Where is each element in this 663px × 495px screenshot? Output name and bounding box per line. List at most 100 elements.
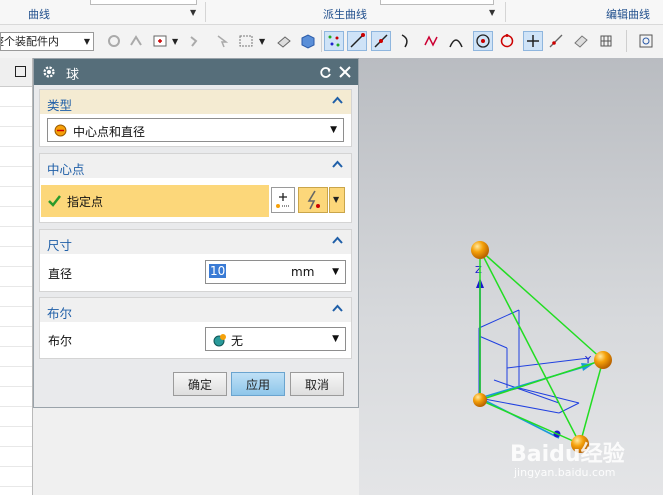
type-select-value: 中心点和直径 [73,125,146,139]
diameter-label: 直径 [48,267,73,281]
end-point-icon[interactable] [347,31,367,51]
sphere-right[interactable] [594,351,612,369]
section-dimension-title: 尺寸 [47,238,73,253]
navigator-header [0,58,32,87]
list-item[interactable] [0,227,32,247]
eraser-icon[interactable] [274,31,294,51]
snap-gear-icon[interactable] [104,31,124,51]
wireframe-edges [478,309,590,414]
existing-point-icon[interactable] [523,31,543,51]
diameter-input[interactable]: 10 mm ▼ [205,260,346,284]
graphics-viewport[interactable]: Z Y [359,58,663,495]
chevron-down-icon[interactable]: ▼ [489,8,495,17]
list-item[interactable] [0,327,32,347]
point-on-curve-icon[interactable] [186,31,206,51]
section-type: 类型 中心点和直径 ▼ [39,89,352,147]
reset-icon[interactable] [319,66,332,79]
chevron-up-icon[interactable] [332,304,343,312]
point-type-dropdown[interactable]: ▼ [329,187,345,213]
list-item[interactable] [0,107,32,127]
mid-point-icon[interactable] [371,31,391,51]
lightning-icon [307,190,320,210]
chevron-up-icon[interactable] [332,96,343,104]
chevron-down-icon[interactable]: ▼ [172,37,178,46]
list-item[interactable] [0,267,32,287]
apply-button[interactable]: 应用 [231,372,285,396]
quadrant-icon[interactable] [446,31,466,51]
cancel-button[interactable]: 取消 [290,372,344,396]
model-geometry[interactable]: Z Y [359,58,663,495]
ribbon-group-curve-label[interactable]: 曲线 [28,6,50,22]
selection-scope-select[interactable]: 整个装配件内 ▼ [0,32,94,51]
snap-box-icon[interactable] [150,31,170,51]
list-item[interactable] [0,407,32,427]
list-item[interactable] [0,467,32,487]
boolean-select-value: 无 [231,334,244,348]
ribbon-group-edit-label[interactable]: 编辑曲线 [606,6,650,22]
ribbon-dropdown-derived[interactable] [380,0,494,5]
sphere-top[interactable] [471,241,489,259]
boolean-select[interactable]: 无 ▼ [205,327,346,351]
sphere-origin[interactable] [473,393,487,407]
selection-toolbar: 整个装配件内 ▼ ▼ ▼ [0,25,663,59]
watermark-url: jingyan.baidu.com [514,466,616,479]
circle-point-icon[interactable] [497,31,517,51]
list-item[interactable] [0,167,32,187]
list-item[interactable] [0,367,32,387]
arc-center-icon[interactable] [473,31,493,51]
section-boolean: 布尔 布尔 无 ▼ [39,297,352,359]
list-item[interactable] [0,207,32,227]
specify-point-label: 指定点 [67,195,104,209]
chevron-up-icon[interactable] [332,236,343,244]
pointer-icon[interactable] [212,31,232,51]
ribbon-group-derived-label[interactable]: 派生曲线 [323,6,367,22]
list-item[interactable] [0,387,32,407]
grid-icon[interactable] [596,31,616,51]
maximize-icon[interactable] [15,66,26,77]
chevron-up-icon[interactable] [332,160,343,168]
solid-cube-icon[interactable] [298,31,318,51]
snap-arrow-icon[interactable] [126,31,146,51]
specify-point-row[interactable]: 指定点 [41,185,269,217]
rectangle-select-icon[interactable] [236,31,256,51]
section-type-title: 类型 [47,98,73,113]
intersection-icon[interactable] [421,31,441,51]
list-item[interactable] [0,447,32,467]
list-item[interactable] [0,347,32,367]
snap-points-icon[interactable] [324,31,344,51]
close-icon[interactable] [339,66,351,78]
type-select[interactable]: 中心点和直径 ▼ [47,118,344,142]
list-item[interactable] [0,147,32,167]
chevron-down-icon[interactable]: ▼ [190,8,196,17]
inferred-point-button[interactable] [298,187,328,213]
diameter-unit: mm [291,265,315,279]
point-constructor-icon [276,193,290,208]
checkmark-icon [48,195,61,207]
point-dialog-button[interactable] [271,187,295,213]
section-type-header[interactable]: 类型 [40,90,351,114]
list-item[interactable] [0,287,32,307]
list-item[interactable] [0,127,32,147]
section-boolean-header[interactable]: 布尔 [40,298,351,322]
list-item[interactable] [0,247,32,267]
center-diameter-icon [54,124,67,137]
section-center-point: 中心点 指定点 ▼ [39,153,352,223]
dialog-title-bar[interactable]: 球 [34,59,358,85]
boolean-label: 布尔 [48,334,73,348]
zoom-view-icon[interactable] [636,31,656,51]
list-item[interactable] [0,187,32,207]
list-item[interactable] [0,307,32,327]
point-on-line-icon[interactable] [546,31,566,51]
list-item[interactable] [0,87,32,107]
chevron-down-icon[interactable]: ▼ [259,37,265,46]
list-item[interactable] [0,427,32,447]
ribbon-dropdown-curve[interactable] [90,0,197,5]
point-on-face-icon[interactable] [571,31,591,51]
control-point-icon[interactable] [396,31,416,51]
chevron-down-icon: ▼ [333,195,340,204]
section-dimension-header[interactable]: 尺寸 [40,230,351,254]
section-center-header[interactable]: 中心点 [40,154,351,178]
ok-button[interactable]: 确定 [173,372,227,396]
boolean-none-icon [213,334,226,347]
chevron-down-icon: ▼ [332,334,339,344]
